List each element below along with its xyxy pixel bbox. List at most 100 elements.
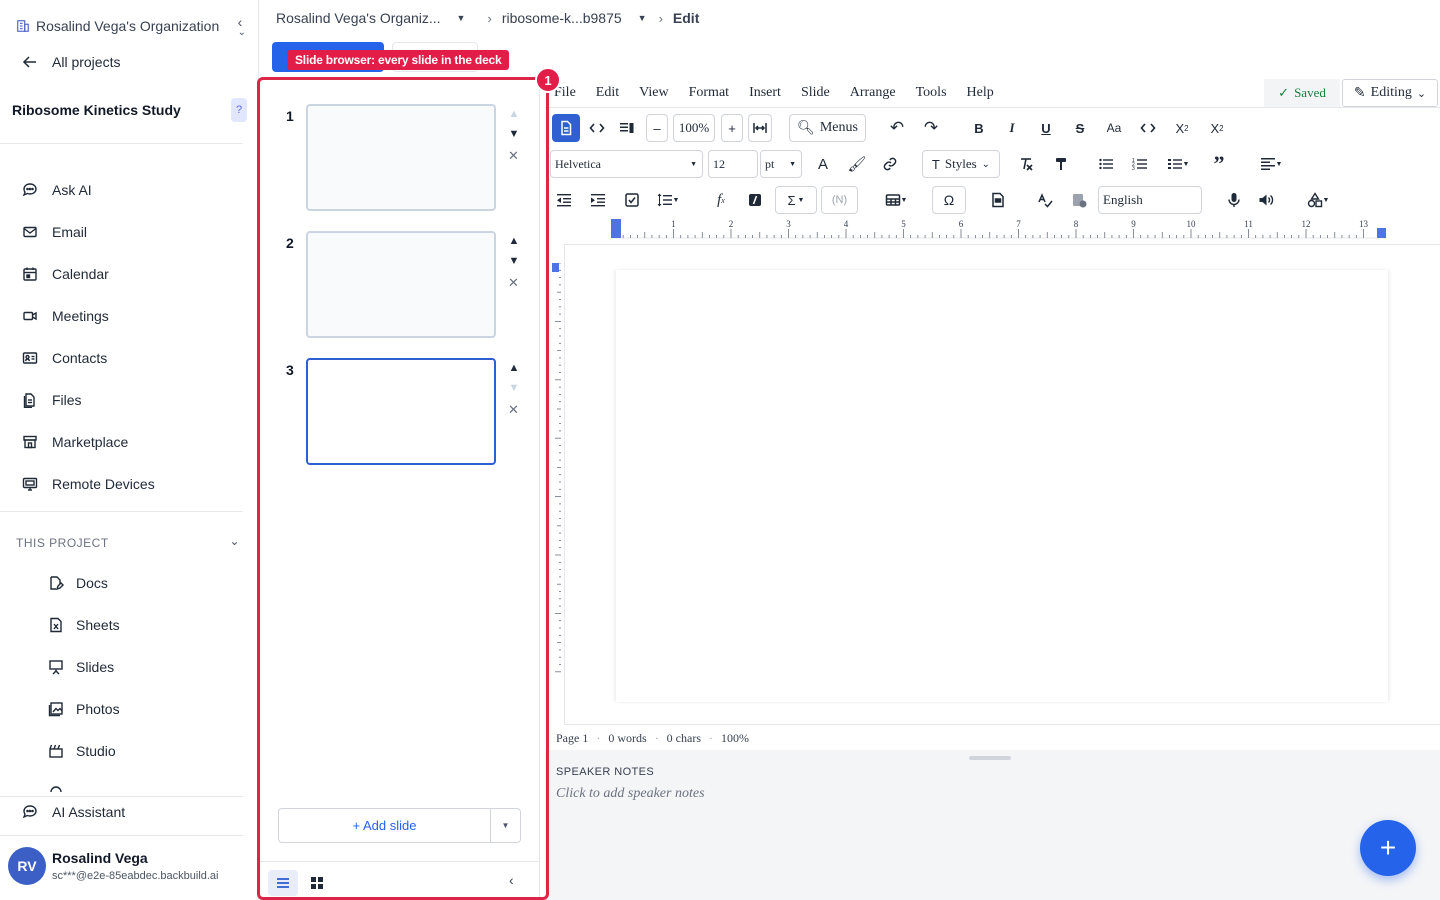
delete-slide-icon[interactable]: ✕	[508, 275, 519, 291]
document-view-icon[interactable]	[552, 114, 580, 142]
caret-down-icon[interactable]: ▼	[638, 13, 647, 23]
nav-calendar[interactable]: Calendar	[22, 262, 109, 286]
menu-tools[interactable]: Tools	[916, 85, 947, 101]
undo-icon[interactable]: ↶	[886, 114, 908, 142]
font-unit-select[interactable]: pt ▼	[760, 150, 802, 178]
right-margin-marker[interactable]	[1377, 228, 1386, 238]
microphone-icon[interactable]	[1223, 186, 1245, 214]
menu-slide[interactable]: Slide	[801, 85, 830, 101]
menu-view[interactable]: View	[639, 85, 668, 101]
collapse-sidebar-icon[interactable]: ‹ ⌄	[238, 14, 246, 46]
split-view-icon[interactable]	[613, 114, 641, 142]
formula-icon[interactable]: fx	[710, 186, 732, 214]
save-disabled-icon[interactable]	[1068, 186, 1090, 214]
line-spacing-dropdown[interactable]: ▼	[653, 186, 683, 214]
move-up-icon[interactable]: ▲	[507, 235, 521, 247]
special-character-icon[interactable]: Ω	[932, 186, 966, 214]
left-margin-marker[interactable]	[611, 219, 621, 238]
format-painter-icon[interactable]	[1050, 150, 1072, 178]
nav-email[interactable]: Email	[22, 220, 87, 244]
fit-width-icon[interactable]	[748, 114, 772, 142]
bullet-list-icon[interactable]	[1095, 150, 1117, 178]
equation-numbering-icon[interactable]: (N)	[821, 186, 858, 214]
numbered-list-icon[interactable]: 123	[1129, 150, 1151, 178]
zoom-in-button[interactable]: +	[721, 114, 743, 142]
move-down-icon[interactable]: ▼	[507, 128, 521, 140]
nav-ai-assistant[interactable]: AI Assistant	[22, 800, 125, 824]
checklist-icon[interactable]	[621, 186, 643, 214]
zoom-out-button[interactable]: –	[646, 114, 668, 142]
shapes-dropdown[interactable]: ▼	[1303, 186, 1333, 214]
styles-dropdown[interactable]: T Styles ⌄	[922, 150, 1000, 178]
italic-block-icon[interactable]	[744, 186, 766, 214]
change-case-icon[interactable]: Aa	[1103, 114, 1125, 142]
move-up-icon[interactable]: ▲	[507, 108, 521, 120]
slide-thumbnail[interactable]	[306, 104, 496, 211]
breadcrumb-org[interactable]: Rosalind Vega's Organiz...	[276, 10, 441, 26]
project-item-sheets[interactable]: Sheets	[48, 613, 120, 637]
speaker-notes-input[interactable]: Click to add speaker notes	[556, 786, 705, 802]
speaker-icon[interactable]	[1255, 186, 1277, 214]
nav-contacts[interactable]: Contacts	[22, 346, 107, 370]
menu-edit[interactable]: Edit	[596, 85, 619, 101]
caret-down-icon[interactable]: ▼	[457, 13, 466, 23]
project-item-docs[interactable]: Docs	[48, 571, 108, 595]
link-icon[interactable]	[879, 150, 901, 178]
nav-files[interactable]: Files	[22, 388, 82, 412]
horizontal-ruler[interactable]: 1 2 3 4 5 6 7 8 9 10 11 12 13	[611, 219, 1386, 239]
add-slide-button[interactable]: + Add slide ▼	[278, 808, 521, 843]
slide-thumbnail[interactable]	[306, 231, 496, 338]
font-size-input[interactable]: 12	[708, 150, 758, 178]
menu-help[interactable]: Help	[967, 85, 994, 101]
project-item-studio[interactable]: Studio	[48, 739, 116, 763]
italic-icon[interactable]: I	[1001, 114, 1023, 142]
move-down-icon[interactable]: ▼	[507, 255, 521, 267]
this-project-section[interactable]: THIS PROJECT ⌄	[16, 534, 240, 550]
underline-icon[interactable]: U	[1035, 114, 1057, 142]
outdent-icon[interactable]	[553, 186, 575, 214]
nav-marketplace[interactable]: Marketplace	[22, 430, 128, 454]
indent-icon[interactable]	[587, 186, 609, 214]
zoom-level[interactable]: 100%	[673, 114, 715, 142]
move-down-icon[interactable]: ▼	[507, 382, 521, 394]
clear-format-icon[interactable]	[1015, 150, 1037, 178]
sum-dropdown[interactable]: Σ ▼	[775, 186, 817, 214]
font-family-select[interactable]: Helvetica ▼	[550, 150, 703, 178]
delete-slide-icon[interactable]: ✕	[508, 402, 519, 418]
blockquote-icon[interactable]: ”	[1208, 150, 1230, 178]
slide-thumbnail-selected[interactable]	[306, 358, 496, 465]
bold-icon[interactable]: B	[968, 114, 990, 142]
collapse-panel-icon[interactable]: ‹	[509, 872, 514, 888]
language-select[interactable]: English	[1098, 186, 1202, 214]
project-item-slides[interactable]: Slides	[48, 655, 114, 679]
nav-remote-devices[interactable]: Remote Devices	[22, 472, 155, 496]
spellcheck-icon[interactable]	[1034, 186, 1056, 214]
highlighter-icon[interactable]: 🖌︎	[846, 150, 868, 178]
vertical-ruler[interactable]	[551, 263, 563, 673]
avatar[interactable]: RV	[8, 847, 46, 885]
delete-slide-icon[interactable]: ✕	[508, 148, 519, 164]
superscript-icon[interactable]: X2	[1171, 114, 1193, 142]
strikethrough-icon[interactable]: S	[1069, 114, 1091, 142]
align-dropdown[interactable]: ▼	[1256, 150, 1286, 178]
resize-handle[interactable]	[969, 756, 1011, 760]
nav-ask-ai[interactable]: Ask AI	[22, 178, 92, 202]
caret-down-icon[interactable]: ▼	[490, 809, 520, 842]
all-projects-link[interactable]: All projects	[22, 54, 120, 70]
menu-format[interactable]: Format	[689, 85, 729, 101]
page-break-icon[interactable]	[987, 186, 1009, 214]
org-switcher[interactable]: Rosalind Vega's Organization ‹ ⌄	[16, 14, 248, 38]
breadcrumb-doc[interactable]: ribosome-k...b9875	[502, 10, 622, 26]
project-help-badge[interactable]: ?	[231, 98, 247, 122]
list-view-icon[interactable]	[268, 870, 298, 896]
chevron-down-icon[interactable]: ⌄	[229, 534, 240, 548]
move-up-icon[interactable]: ▲	[507, 362, 521, 374]
editing-mode-dropdown[interactable]: ✎ Editing ⌄	[1342, 79, 1438, 107]
inline-code-icon[interactable]	[1137, 114, 1159, 142]
menu-insert[interactable]: Insert	[749, 85, 781, 101]
add-fab-button[interactable]: +	[1360, 820, 1416, 876]
top-margin-marker[interactable]	[552, 263, 559, 272]
project-item-photos[interactable]: Photos	[48, 697, 120, 721]
menus-search-button[interactable]: 🔍︎ Menus	[789, 114, 866, 142]
list-style-dropdown[interactable]: ▼	[1163, 150, 1193, 178]
